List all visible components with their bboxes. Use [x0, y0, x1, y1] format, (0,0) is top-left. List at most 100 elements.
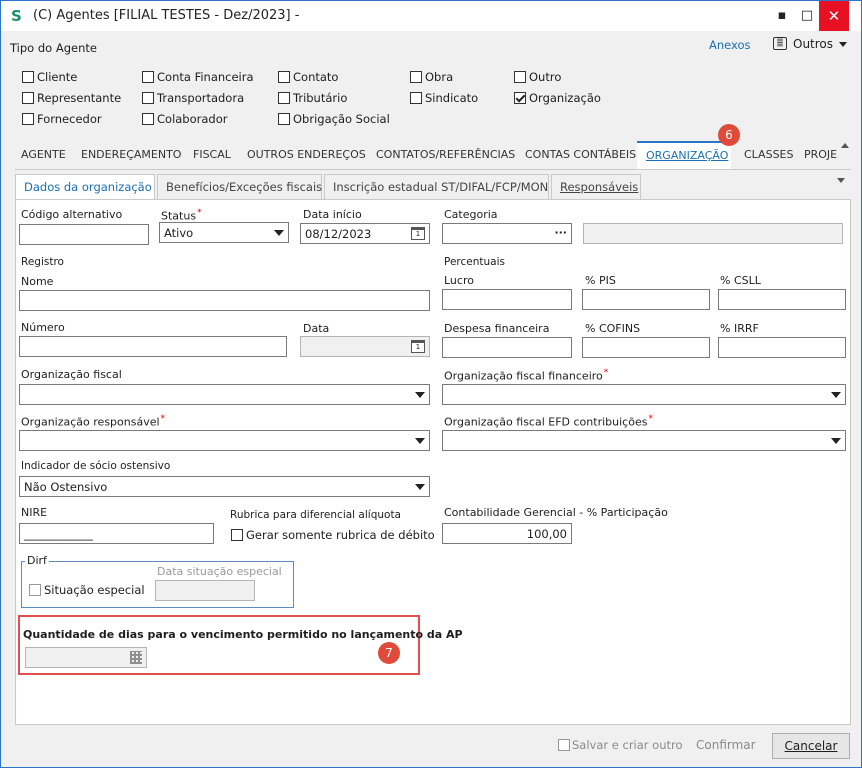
- anexos-link[interactable]: Anexos: [709, 38, 751, 52]
- chevron-down-icon: [831, 438, 841, 444]
- despesa-input[interactable]: [442, 337, 572, 358]
- agent-type-checkbox[interactable]: [278, 113, 290, 125]
- org-efd-label: Organização fiscal EFD contribuições*: [444, 414, 653, 429]
- tab-enderecamento[interactable]: ENDEREÇAMENTO: [81, 148, 181, 161]
- agent-type-label: Conta Financeira: [157, 70, 254, 84]
- registro-label: Registro: [21, 256, 64, 268]
- agent-type-checkbox[interactable]: [142, 92, 154, 104]
- tab-fiscal[interactable]: FISCAL: [193, 148, 231, 161]
- calculator-icon[interactable]: [130, 651, 142, 664]
- nire-input[interactable]: ____________: [19, 523, 214, 544]
- status-value: Ativo: [164, 226, 194, 240]
- agent-type-checkbox[interactable]: [22, 71, 34, 83]
- agent-type-checkbox[interactable]: [278, 71, 290, 83]
- close-button[interactable]: ✕: [819, 1, 849, 31]
- tipo-agente-label: Tipo do Agente: [10, 41, 97, 55]
- pis-input[interactable]: [582, 289, 710, 310]
- contab-gerencial-input[interactable]: 100,00: [442, 523, 572, 544]
- outros-label: Outros: [793, 37, 834, 51]
- org-fiscal-financeiro-select[interactable]: [442, 384, 846, 405]
- tab-divider: [15, 169, 851, 170]
- tab-organizacao-label: ORGANIZAÇÃO: [646, 149, 729, 162]
- sub-tabs: Dados da organização Benefícios/Exceções…: [15, 174, 851, 200]
- gerar-rubrica-label: Gerar somente rubrica de débito: [246, 528, 435, 542]
- agent-type-label: Contato: [293, 70, 339, 84]
- org-efd-select[interactable]: [442, 430, 846, 451]
- data-situacao-input[interactable]: [155, 580, 255, 601]
- indicador-socio-select[interactable]: Não Ostensivo: [19, 476, 430, 497]
- ellipsis-button[interactable]: ···: [554, 226, 567, 239]
- subtab-inscricao-estadual[interactable]: Inscrição estadual ST/DIFAL/FCP/MON: [324, 174, 549, 199]
- calendar-icon[interactable]: 1: [411, 340, 425, 353]
- agent-type-label: Fornecedor: [37, 112, 102, 126]
- tab-agente[interactable]: AGENTE: [21, 148, 66, 161]
- step-badge-7: 7: [378, 642, 400, 664]
- agent-type-label: Transportadora: [157, 91, 245, 105]
- subtab-responsaveis[interactable]: Responsáveis: [551, 174, 641, 199]
- salvar-criar-checkbox[interactable]: [558, 739, 570, 751]
- agentes-window: S (C) Agentes [FILIAL TESTES - Dez/2023]…: [0, 0, 862, 768]
- lucro-input[interactable]: [442, 289, 572, 310]
- subtab-beneficios[interactable]: Benefícios/Exceções fiscais: [157, 174, 322, 199]
- agent-type-checkbox[interactable]: [142, 71, 154, 83]
- confirmar-button[interactable]: Confirmar: [696, 738, 756, 752]
- tabs-scroll-icon[interactable]: [841, 143, 849, 148]
- agent-type-label: Obra: [425, 70, 454, 84]
- subtab-dados-organizacao[interactable]: Dados da organização: [15, 174, 155, 200]
- status-label: Status*: [161, 208, 202, 223]
- agent-type-checkbox[interactable]: [22, 92, 34, 104]
- agent-type-checkbox[interactable]: [514, 92, 526, 104]
- numero-input[interactable]: [19, 336, 287, 357]
- cancelar-button[interactable]: Cancelar: [772, 733, 850, 759]
- status-select[interactable]: Ativo: [159, 222, 289, 243]
- data-situacao-label: Data situação especial: [157, 565, 282, 578]
- situacao-especial-label: Situação especial: [44, 583, 145, 597]
- agent-type-checkbox[interactable]: [410, 92, 422, 104]
- gerar-rubrica-checkbox[interactable]: [231, 529, 243, 541]
- data-inicio-input[interactable]: 08/12/2023 1: [300, 223, 430, 244]
- org-fiscal-select[interactable]: [19, 384, 430, 405]
- tab-projetos[interactable]: PROJE: [804, 148, 837, 161]
- agent-type-checkbox[interactable]: [142, 113, 154, 125]
- agent-type-checkbox[interactable]: [22, 113, 34, 125]
- org-responsavel-select[interactable]: [19, 430, 430, 451]
- maximize-button[interactable]: □: [794, 1, 820, 31]
- org-responsavel-label: Organização responsável*: [21, 414, 166, 429]
- list-icon: ≡ ≡: [773, 36, 787, 50]
- agent-type-label: Outro: [529, 70, 562, 84]
- nome-input[interactable]: [19, 290, 430, 311]
- agent-type-checkbox[interactable]: [278, 92, 290, 104]
- minimize-button[interactable]: ▪: [769, 1, 795, 31]
- data-input[interactable]: 1: [300, 336, 430, 357]
- csll-label: % CSLL: [720, 274, 761, 287]
- subtabs-menu-icon[interactable]: [837, 178, 845, 183]
- tab-contatos-referencias[interactable]: CONTATOS/REFERÊNCIAS: [376, 148, 515, 161]
- nome-label: Nome: [21, 275, 54, 288]
- categoria-input[interactable]: ···: [442, 223, 572, 244]
- cofins-input[interactable]: [582, 337, 710, 358]
- outros-menu-button[interactable]: ≡ ≡ Outros: [771, 36, 851, 54]
- agent-type-label: Tributário: [293, 91, 348, 105]
- irrf-input[interactable]: [718, 337, 846, 358]
- despesa-label: Despesa financeira: [444, 322, 550, 335]
- agent-type-checkbox[interactable]: [514, 71, 526, 83]
- tab-outros-enderecos[interactable]: OUTROS ENDEREÇOS: [247, 148, 366, 161]
- situacao-especial-checkbox[interactable]: [29, 584, 41, 596]
- csll-input[interactable]: [718, 289, 846, 310]
- tab-contas-contabeis[interactable]: CONTAS CONTÁBEIS: [525, 148, 636, 161]
- tab-organizacao[interactable]: ORGANIZAÇÃO: [637, 141, 731, 170]
- agent-type-checkbox[interactable]: [410, 71, 422, 83]
- agent-type-label: Colaborador: [157, 112, 228, 126]
- codigo-alternativo-input[interactable]: [19, 224, 149, 245]
- categoria-label: Categoria: [444, 208, 498, 221]
- chevron-down-icon: [274, 230, 284, 236]
- agent-type-label: Cliente: [37, 70, 78, 84]
- dirf-legend: Dirf: [25, 554, 49, 567]
- quantidade-dias-input[interactable]: [25, 647, 147, 668]
- pis-label: % PIS: [585, 274, 616, 287]
- irrf-label: % IRRF: [720, 322, 759, 335]
- org-fiscal-label: Organização fiscal: [21, 368, 122, 381]
- calendar-icon[interactable]: 1: [411, 227, 425, 240]
- tab-classes[interactable]: CLASSES: [744, 148, 793, 161]
- agent-type-label: Sindicato: [425, 91, 479, 105]
